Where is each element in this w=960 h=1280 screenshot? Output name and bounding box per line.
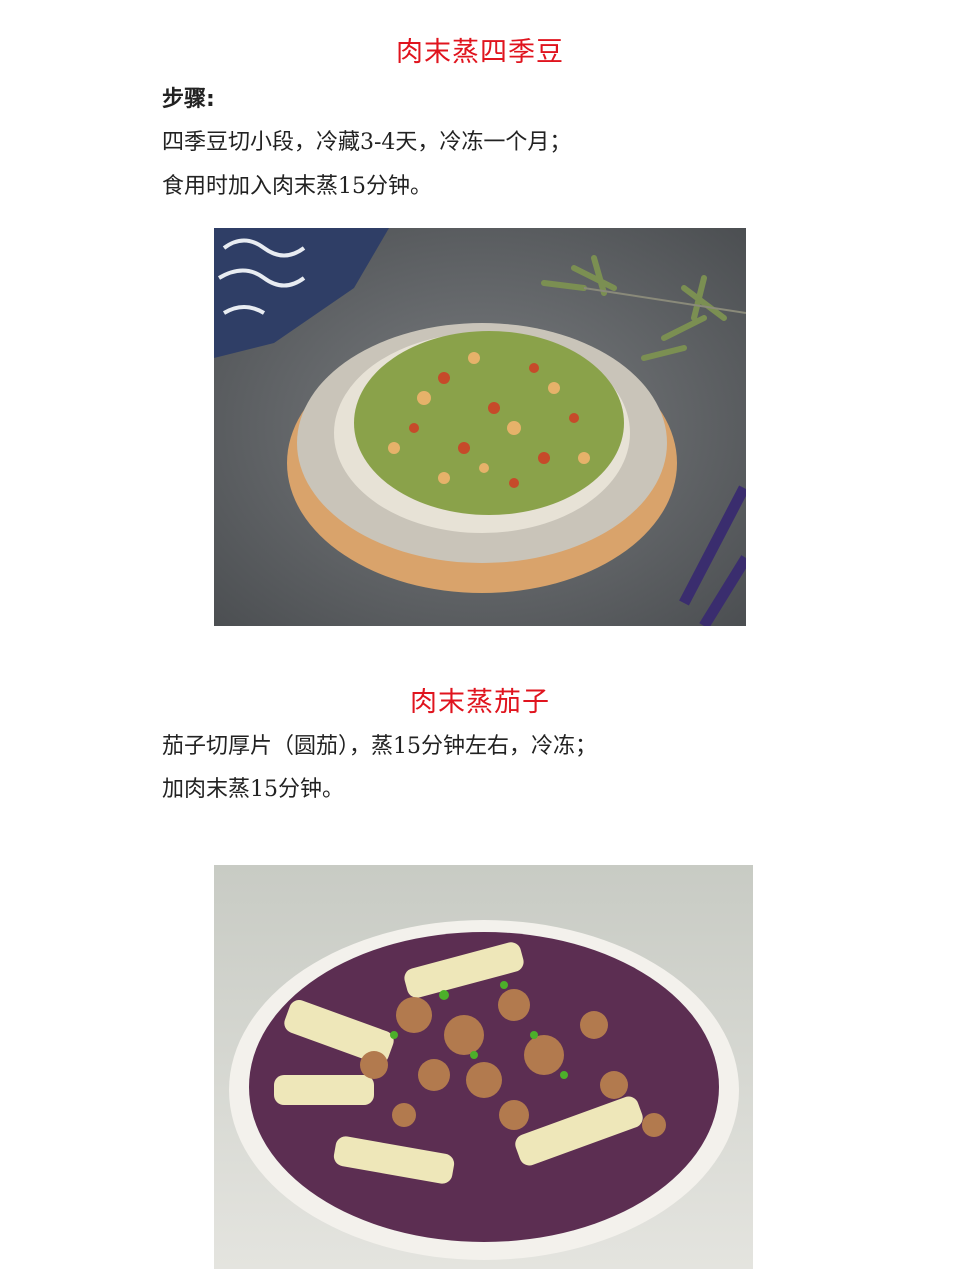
- step-line-2: 加肉末蒸15分钟。: [162, 777, 344, 802]
- recipe-title: 肉末蒸四季豆: [396, 37, 564, 68]
- recipe-title: 肉末蒸茄子: [410, 687, 550, 718]
- green-beans-photo: [214, 228, 746, 626]
- step-line-1: 四季豆切小段，冷藏3-4天，冷冻一个月；: [162, 130, 572, 155]
- steps-label: 步骤:: [162, 87, 215, 112]
- eggplant-photo: [214, 865, 753, 1269]
- step-line-1: 茄子切厚片（圆茄），蒸15分钟左右，冷冻；: [162, 734, 597, 759]
- step-line-2: 食用时加入肉末蒸15分钟。: [162, 174, 432, 199]
